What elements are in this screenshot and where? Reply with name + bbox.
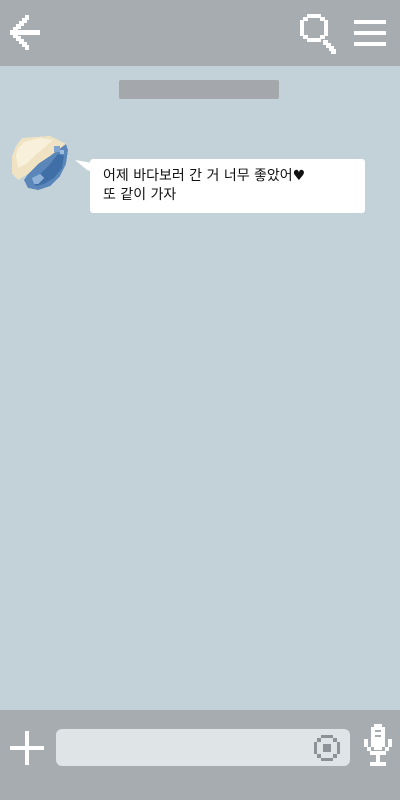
chat-header	[0, 0, 400, 66]
menu-icon[interactable]	[354, 18, 386, 48]
back-arrow-icon[interactable]	[8, 14, 42, 52]
date-divider	[119, 80, 279, 99]
search-icon[interactable]	[298, 12, 338, 56]
message-input[interactable]	[56, 729, 350, 766]
plus-icon[interactable]	[10, 731, 44, 765]
pixel-avatar-icon[interactable]	[10, 134, 72, 192]
emoji-icon[interactable]	[313, 734, 341, 762]
message-line-1: 어제 바다보러 간 거 너무 좋았어♥	[103, 168, 306, 184]
message-bubble[interactable]: 어제 바다보러 간 거 너무 좋았어♥ 또 같이 가자	[90, 159, 365, 213]
message-line-2: 또 같이 가자	[103, 187, 177, 203]
microphone-icon[interactable]	[362, 723, 394, 767]
